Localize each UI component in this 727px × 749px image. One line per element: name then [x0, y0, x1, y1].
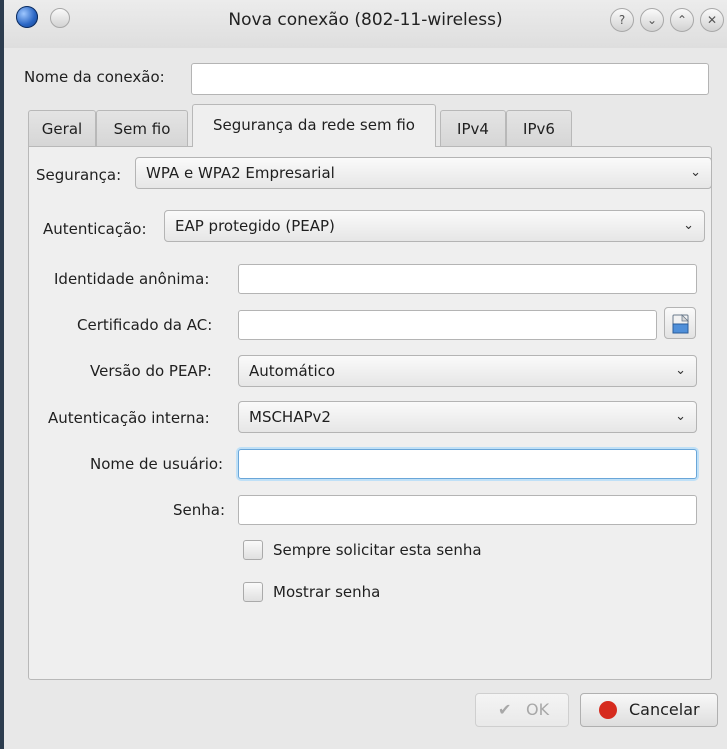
- file-open-icon: [672, 314, 689, 334]
- peap-version-select-value: Automático: [249, 362, 336, 380]
- tab-sem-fio[interactable]: Sem fio: [96, 110, 188, 146]
- security-label: Segurança:: [36, 166, 122, 184]
- tab-geral[interactable]: Geral: [28, 110, 96, 146]
- peap-version-select[interactable]: Automático ⌄: [238, 355, 697, 387]
- inner-authentication-select[interactable]: MSCHAPv2 ⌄: [238, 401, 697, 433]
- chevron-down-icon: ⌄: [683, 218, 694, 233]
- connection-name-input[interactable]: [191, 63, 709, 95]
- inner-authentication-select-value: MSCHAPv2: [249, 408, 331, 426]
- anonymous-identity-input[interactable]: [238, 264, 697, 294]
- dialog-window: Nova conexão (802-11-wireless) ? ⌄ ⌃ ✕ N…: [0, 0, 727, 749]
- tab-seguranca-rede-sem-fio[interactable]: Segurança da rede sem fio: [192, 104, 436, 147]
- always-ask-password-label[interactable]: Sempre solicitar esta senha: [273, 541, 482, 559]
- maximize-icon[interactable]: ⌃: [670, 8, 694, 32]
- tab-ipv4[interactable]: IPv4: [440, 110, 506, 146]
- password-label: Senha:: [173, 501, 226, 519]
- chevron-down-icon: ⌄: [690, 165, 701, 180]
- title-bar[interactable]: Nova conexão (802-11-wireless) ? ⌄ ⌃ ✕: [4, 0, 727, 48]
- help-icon[interactable]: ?: [610, 8, 634, 32]
- anonymous-identity-label: Identidade anônima:: [54, 270, 210, 288]
- chevron-down-icon: ⌄: [675, 363, 686, 378]
- ca-certificate-input[interactable]: [238, 310, 657, 340]
- show-password-label[interactable]: Mostrar senha: [273, 583, 380, 601]
- cancel-icon: [599, 701, 617, 719]
- close-icon[interactable]: ✕: [700, 8, 724, 32]
- cancel-button[interactable]: Cancelar: [580, 693, 718, 727]
- ok-button-label: OK: [526, 700, 550, 719]
- security-select[interactable]: WPA e WPA2 Empresarial ⌄: [135, 157, 712, 189]
- authentication-label: Autenticação:: [43, 220, 147, 238]
- always-ask-password-checkbox[interactable]: [243, 540, 263, 560]
- password-input[interactable]: [238, 495, 697, 525]
- inner-authentication-label: Autenticação interna:: [48, 409, 210, 427]
- ok-button[interactable]: ✔ OK: [475, 693, 569, 727]
- security-select-value: WPA e WPA2 Empresarial: [146, 164, 335, 182]
- window-edge: [0, 0, 4, 749]
- chevron-down-icon: ⌄: [675, 409, 686, 424]
- connection-name-label: Nome da conexão:: [24, 68, 165, 86]
- username-label: Nome de usuário:: [90, 455, 224, 473]
- minimize-icon[interactable]: ⌄: [640, 8, 664, 32]
- ca-certificate-label: Certificado da AC:: [77, 316, 213, 334]
- peap-version-label: Versão do PEAP:: [90, 362, 212, 380]
- username-input[interactable]: [238, 449, 697, 479]
- authentication-select-value: EAP protegido (PEAP): [175, 217, 335, 235]
- authentication-select[interactable]: EAP protegido (PEAP) ⌄: [164, 210, 705, 242]
- show-password-checkbox[interactable]: [243, 582, 263, 602]
- ca-certificate-browse-button[interactable]: [664, 307, 696, 339]
- cancel-button-label: Cancelar: [629, 700, 700, 719]
- check-icon: ✔: [498, 700, 512, 719]
- tab-ipv6[interactable]: IPv6: [506, 110, 572, 146]
